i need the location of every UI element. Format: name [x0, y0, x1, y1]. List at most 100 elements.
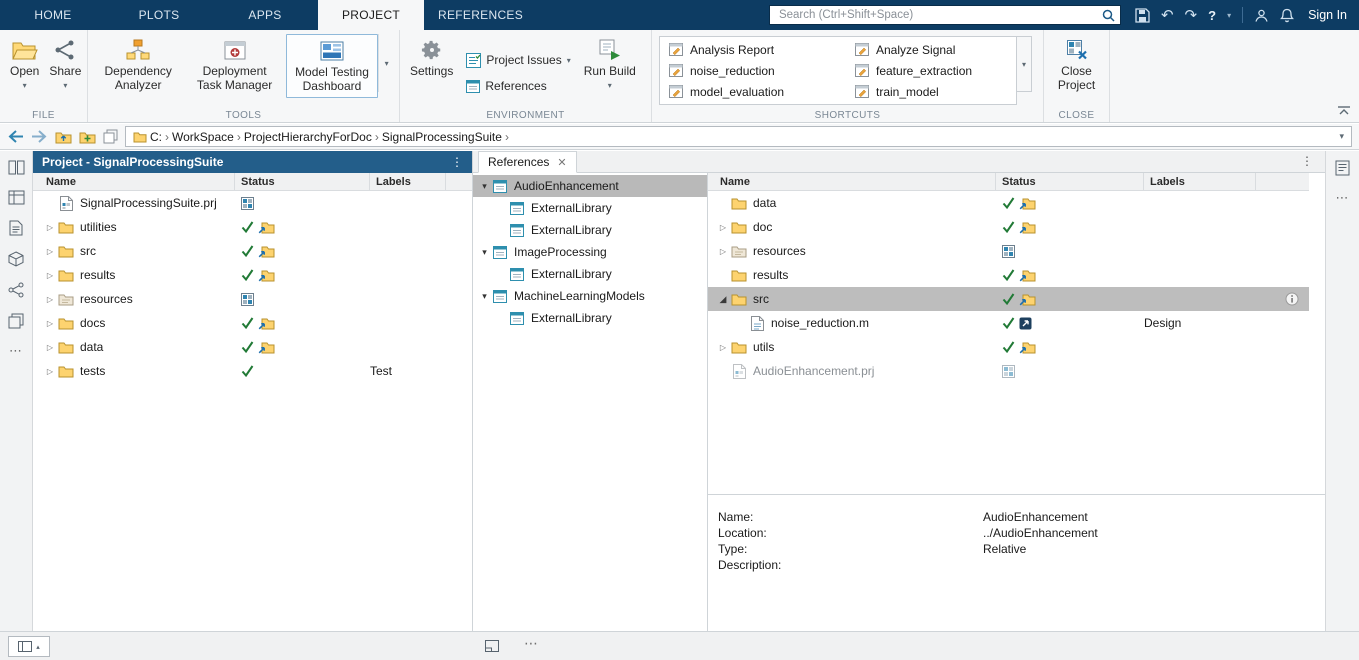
table-row[interactable]: data: [708, 191, 1309, 215]
table-row[interactable]: noise_reduction.mDesign: [708, 311, 1309, 335]
feature-extraction-shortcut[interactable]: feature_extraction: [846, 60, 1016, 81]
search-box[interactable]: [769, 5, 1121, 25]
project-panel-menu-icon[interactable]: ⋮: [451, 155, 463, 169]
expander-icon[interactable]: ▾: [478, 181, 491, 192]
files-panel-icon[interactable]: [8, 160, 25, 175]
expander-icon[interactable]: ▾: [478, 291, 491, 302]
expander-icon[interactable]: ▷: [716, 247, 730, 256]
train-model-shortcut[interactable]: train_model: [846, 81, 1016, 102]
breadcrumb-item[interactable]: WorkSpace: [172, 130, 234, 144]
tab-plots[interactable]: PLOTS: [106, 0, 212, 30]
table-row[interactable]: ▷data: [33, 335, 472, 359]
info-icon[interactable]: [1285, 292, 1299, 306]
tree-item[interactable]: ▾MachineLearningModels: [473, 285, 707, 307]
forward-icon[interactable]: [31, 129, 48, 144]
expander-icon[interactable]: ▷: [43, 319, 57, 328]
table-row[interactable]: ▷resources: [708, 239, 1309, 263]
save-icon[interactable]: [1135, 8, 1150, 23]
table-row[interactable]: ▷docs: [33, 311, 472, 335]
breadcrumb-item[interactable]: ProjectHierarchyForDoc: [244, 130, 372, 144]
expander-icon[interactable]: ▷: [43, 367, 57, 376]
tree-item[interactable]: ExternalLibrary: [473, 197, 707, 219]
expander-icon[interactable]: ▷: [43, 343, 57, 352]
expander-icon[interactable]: ▷: [43, 295, 57, 304]
more-panels-icon[interactable]: ⋯: [9, 344, 23, 357]
expander-icon[interactable]: ▷: [43, 271, 57, 280]
run-build-button[interactable]: Run Build ▾: [579, 34, 641, 96]
tree-item[interactable]: ▾ImageProcessing: [473, 241, 707, 263]
assistant-icon[interactable]: [1254, 8, 1269, 23]
shortcuts-gallery-expand-button[interactable]: ▾: [1017, 36, 1032, 92]
expander-icon[interactable]: ▷: [43, 223, 57, 232]
more-status-icon[interactable]: ⋯: [524, 635, 539, 652]
analysis-report-shortcut[interactable]: Analysis Report: [660, 39, 846, 60]
redo-icon[interactable]: ↷: [1185, 6, 1198, 24]
tools-gallery-expand-button[interactable]: ▾: [378, 34, 394, 92]
help-dropdown-icon[interactable]: ▾: [1227, 11, 1231, 20]
search-icon[interactable]: [1102, 9, 1115, 22]
variables-panel-icon[interactable]: [8, 251, 24, 267]
table-row[interactable]: ▷resources: [33, 287, 472, 311]
references-button[interactable]: References: [466, 76, 570, 96]
panel-toggle-icon[interactable]: [485, 640, 499, 652]
tab-apps[interactable]: APPS: [212, 0, 318, 30]
breadcrumb-dropdown-icon[interactable]: ▾: [1339, 131, 1344, 142]
property-inspector-icon[interactable]: [1335, 160, 1350, 176]
tab-home[interactable]: HOME: [0, 0, 106, 30]
back-icon[interactable]: [7, 129, 24, 144]
model-evaluation-shortcut[interactable]: model_evaluation: [660, 81, 846, 102]
analyze-signal-shortcut[interactable]: Analyze Signal: [846, 39, 1016, 60]
panel-layout-button[interactable]: ▴: [8, 636, 50, 657]
column-header-status[interactable]: Status: [235, 173, 370, 190]
breadcrumb-item[interactable]: C:: [150, 130, 162, 144]
organize-icon[interactable]: [103, 129, 118, 144]
table-row[interactable]: ▷utils: [708, 335, 1309, 359]
source-control-panel-icon[interactable]: [8, 282, 24, 298]
up-one-level-icon[interactable]: [55, 130, 72, 144]
project-issues-button[interactable]: Project Issues ▾: [466, 50, 570, 70]
tab-project[interactable]: PROJECT: [318, 0, 424, 30]
share-button[interactable]: Share ▾: [44, 34, 86, 93]
column-header-labels[interactable]: Labels: [1144, 173, 1256, 190]
expander-icon[interactable]: ◢: [716, 294, 730, 305]
more-tools-icon[interactable]: ⋯: [1336, 191, 1350, 204]
addons-panel-icon[interactable]: [8, 313, 24, 329]
expander-icon[interactable]: ▷: [716, 223, 730, 232]
collapse-toolstrip-icon[interactable]: [1337, 106, 1351, 116]
expander-icon[interactable]: ▷: [716, 343, 730, 352]
table-row[interactable]: results: [708, 263, 1309, 287]
sign-in-button[interactable]: Sign In: [1304, 8, 1359, 22]
workspace-panel-icon[interactable]: [8, 190, 25, 205]
table-row[interactable]: ▷doc: [708, 215, 1309, 239]
deployment-task-manager-button[interactable]: Deployment Task Manager: [189, 34, 279, 98]
tab-references[interactable]: REFERENCES: [424, 0, 537, 30]
table-row[interactable]: ▷utilities: [33, 215, 472, 239]
table-row[interactable]: SignalProcessingSuite.prj: [33, 191, 472, 215]
close-tab-icon[interactable]: ✕: [557, 156, 566, 169]
noise-reduction-shortcut[interactable]: noise_reduction: [660, 60, 846, 81]
tree-item[interactable]: ▾AudioEnhancement: [473, 175, 707, 197]
undo-icon[interactable]: ↶: [1161, 6, 1174, 24]
expander-icon[interactable]: ▷: [43, 247, 57, 256]
tab-references[interactable]: References ✕: [478, 151, 577, 173]
open-button[interactable]: Open ▾: [5, 34, 44, 93]
table-row[interactable]: ▷testsTest: [33, 359, 472, 383]
notifications-bell-icon[interactable]: [1280, 8, 1294, 23]
column-header-name[interactable]: Name: [708, 173, 996, 190]
settings-button[interactable]: Settings: [405, 34, 458, 96]
column-header-status[interactable]: Status: [996, 173, 1144, 190]
tree-item[interactable]: ExternalLibrary: [473, 307, 707, 329]
references-panel-menu-icon[interactable]: ⋮: [1289, 154, 1325, 172]
table-row[interactable]: ▷src: [33, 239, 472, 263]
search-input[interactable]: [777, 8, 1102, 22]
close-project-button[interactable]: Close Project: [1049, 34, 1104, 96]
table-row[interactable]: ▷results: [33, 263, 472, 287]
table-row[interactable]: AudioEnhancement.prj: [708, 359, 1309, 383]
tree-item[interactable]: ExternalLibrary: [473, 263, 707, 285]
table-row[interactable]: ◢src: [708, 287, 1309, 311]
new-folder-icon[interactable]: [79, 130, 96, 144]
tree-item[interactable]: ExternalLibrary: [473, 219, 707, 241]
expander-icon[interactable]: ▾: [478, 247, 491, 258]
help-icon[interactable]: ?: [1208, 8, 1216, 23]
column-header-labels[interactable]: Labels: [370, 173, 446, 190]
